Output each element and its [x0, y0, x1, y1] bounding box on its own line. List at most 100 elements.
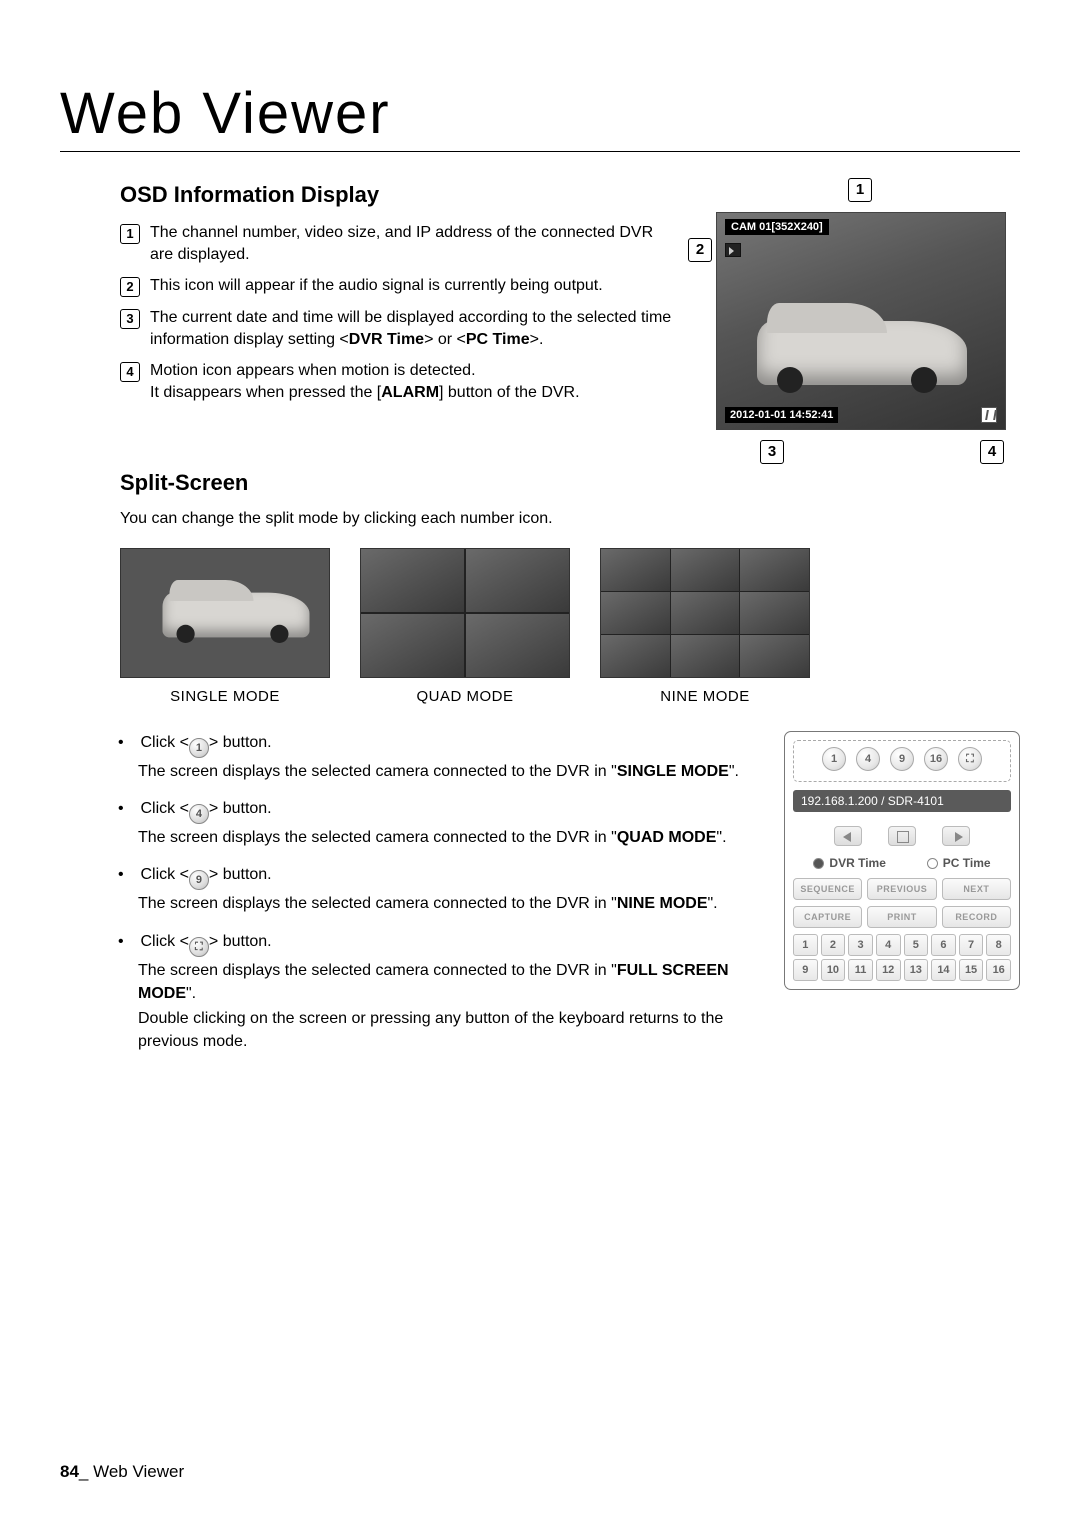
osd-item-3: 3 The current date and time will be disp… — [120, 307, 676, 350]
previous-button[interactable]: PREVIOUS — [867, 878, 936, 900]
b2-line-pre: The screen displays the selected camera … — [138, 829, 617, 846]
channel-button[interactable]: 6 — [931, 934, 956, 956]
mode-row: SINGLE MODE QUAD MODE NINE MODE — [120, 548, 1020, 705]
print-button[interactable]: PRINT — [867, 906, 936, 928]
channel-button[interactable]: 1 — [793, 934, 818, 956]
capture-button[interactable]: CAPTURE — [793, 906, 862, 928]
b2-suf: > button. — [209, 800, 272, 817]
panel-mode-1[interactable]: 1 — [822, 747, 846, 771]
split-section: Split-Screen You can change the split mo… — [60, 470, 1020, 1067]
single-mode-label: SINGLE MODE — [120, 688, 330, 705]
osd-screenshot: CAM 01[352X240] 2012-01-01 14:52:41 — [716, 212, 1006, 430]
footer-section: Web Viewer — [93, 1462, 184, 1481]
channel-button[interactable]: 13 — [904, 959, 929, 981]
callout-4: 4 — [980, 440, 1004, 464]
channel-button[interactable]: 5 — [904, 934, 929, 956]
mode-1-icon[interactable]: 1 — [189, 738, 209, 758]
channel-button[interactable]: 4 — [876, 934, 901, 956]
osd-timestamp: 2012-01-01 14:52:41 — [725, 407, 838, 423]
pc-time-radio[interactable]: PC Time — [927, 856, 991, 870]
nine-mode-label: NINE MODE — [600, 688, 810, 705]
channel-button[interactable]: 12 — [876, 959, 901, 981]
channel-grid: 1 2 3 4 5 6 7 8 9 10 11 12 13 14 15 16 — [793, 934, 1011, 981]
osd-item-3-dvr: DVR Time — [349, 331, 424, 348]
osd-list: 1 The channel number, video size, and IP… — [120, 222, 676, 404]
b2-line-suf: ". — [716, 829, 726, 846]
num-box-2: 2 — [120, 277, 140, 297]
num-box-4: 4 — [120, 362, 140, 382]
b4-dbl: Double clicking on the screen or pressin… — [138, 1007, 756, 1053]
b3-line-pre: The screen displays the selected camera … — [138, 895, 617, 912]
channel-button[interactable]: 7 — [959, 934, 984, 956]
osd-item-2-text: This icon will appear if the audio signa… — [150, 275, 603, 297]
osd-item-1-text: The channel number, video size, and IP a… — [150, 222, 676, 265]
pc-time-label: PC Time — [943, 856, 991, 870]
channel-button[interactable]: 3 — [848, 934, 873, 956]
channel-button[interactable]: 9 — [793, 959, 818, 981]
split-bullets: Click <1> button. The screen displays th… — [120, 731, 756, 1067]
panel-mode-16[interactable]: 16 — [924, 747, 948, 771]
osd-item-3-pc: PC Time — [466, 331, 530, 348]
nav-next-icon[interactable] — [942, 826, 970, 846]
osd-item-1: 1 The channel number, video size, and IP… — [120, 222, 676, 265]
osd-cam-header: CAM 01[352X240] — [725, 219, 829, 235]
b3-line-suf: ". — [708, 895, 718, 912]
osd-item-4-text: Motion icon appears when motion is detec… — [150, 360, 580, 403]
b1-line-suf: ". — [729, 763, 739, 780]
osd-item-4c: ] button of the DVR. — [439, 384, 580, 401]
radio-off-icon — [927, 858, 938, 869]
fullscreen-icon[interactable]: ⛶ — [189, 937, 209, 957]
osd-figure: 1 2 CAM 01[352X240] 2012-01-01 14:52:41 … — [700, 182, 1020, 430]
panel-ip-line: 192.168.1.200 / SDR-4101 — [793, 790, 1011, 812]
b3-mode: NINE MODE — [617, 895, 708, 912]
b1-pre: Click < — [140, 734, 188, 751]
mode-9-icon[interactable]: 9 — [189, 870, 209, 890]
car-image — [757, 321, 967, 385]
osd-item-4-alarm: ALARM — [381, 384, 439, 401]
osd-item-2: 2 This icon will appear if the audio sig… — [120, 275, 676, 297]
quad-mode-shot — [360, 548, 570, 678]
control-panel: 1 4 9 16 ⛶ 192.168.1.200 / SDR-4101 DVR … — [784, 731, 1020, 990]
panel-mode-9[interactable]: 9 — [890, 747, 914, 771]
page-number: 84 — [60, 1462, 79, 1481]
b4-line-pre: The screen displays the selected camera … — [138, 962, 617, 979]
record-button[interactable]: RECORD — [942, 906, 1011, 928]
split-intro: You can change the split mode by clickin… — [120, 510, 1020, 528]
channel-button[interactable]: 8 — [986, 934, 1011, 956]
osd-item-4b: It disappears when pressed the [ — [150, 384, 381, 401]
b1-mode: SINGLE MODE — [617, 763, 729, 780]
single-mode-shot — [120, 548, 330, 678]
osd-item-4a: Motion icon appears when motion is detec… — [150, 362, 476, 379]
b2-mode: QUAD MODE — [617, 829, 717, 846]
panel-fullscreen-icon[interactable]: ⛶ — [958, 747, 982, 771]
split-heading: Split-Screen — [60, 470, 1020, 496]
b1-suf: > button. — [209, 734, 272, 751]
nav-center-icon[interactable] — [888, 826, 916, 846]
panel-mode-4[interactable]: 4 — [856, 747, 880, 771]
radio-on-icon — [813, 858, 824, 869]
nav-prev-icon[interactable] — [834, 826, 862, 846]
dvr-time-radio[interactable]: DVR Time — [813, 856, 885, 870]
next-button[interactable]: NEXT — [942, 878, 1011, 900]
channel-button[interactable]: 10 — [821, 959, 846, 981]
b3-suf: > button. — [209, 866, 272, 883]
speaker-icon — [725, 243, 741, 257]
page-title: Web Viewer — [60, 80, 1020, 152]
callout-1: 1 — [848, 178, 872, 202]
channel-button[interactable]: 11 — [848, 959, 873, 981]
osd-item-3-text: The current date and time will be displa… — [150, 307, 676, 350]
channel-button[interactable]: 15 — [959, 959, 984, 981]
quad-mode-label: QUAD MODE — [360, 688, 570, 705]
osd-item-3-mid: > or < — [424, 331, 466, 348]
sequence-button[interactable]: SEQUENCE — [793, 878, 862, 900]
b1-line-pre: The screen displays the selected camera … — [138, 763, 617, 780]
dvr-time-label: DVR Time — [829, 856, 885, 870]
b4-pre: Click < — [140, 933, 188, 950]
mode-4-icon[interactable]: 4 — [189, 804, 209, 824]
channel-button[interactable]: 14 — [931, 959, 956, 981]
channel-button[interactable]: 2 — [821, 934, 846, 956]
motion-icon — [981, 407, 997, 423]
nine-mode-shot — [600, 548, 810, 678]
callout-3: 3 — [760, 440, 784, 464]
channel-button[interactable]: 16 — [986, 959, 1011, 981]
